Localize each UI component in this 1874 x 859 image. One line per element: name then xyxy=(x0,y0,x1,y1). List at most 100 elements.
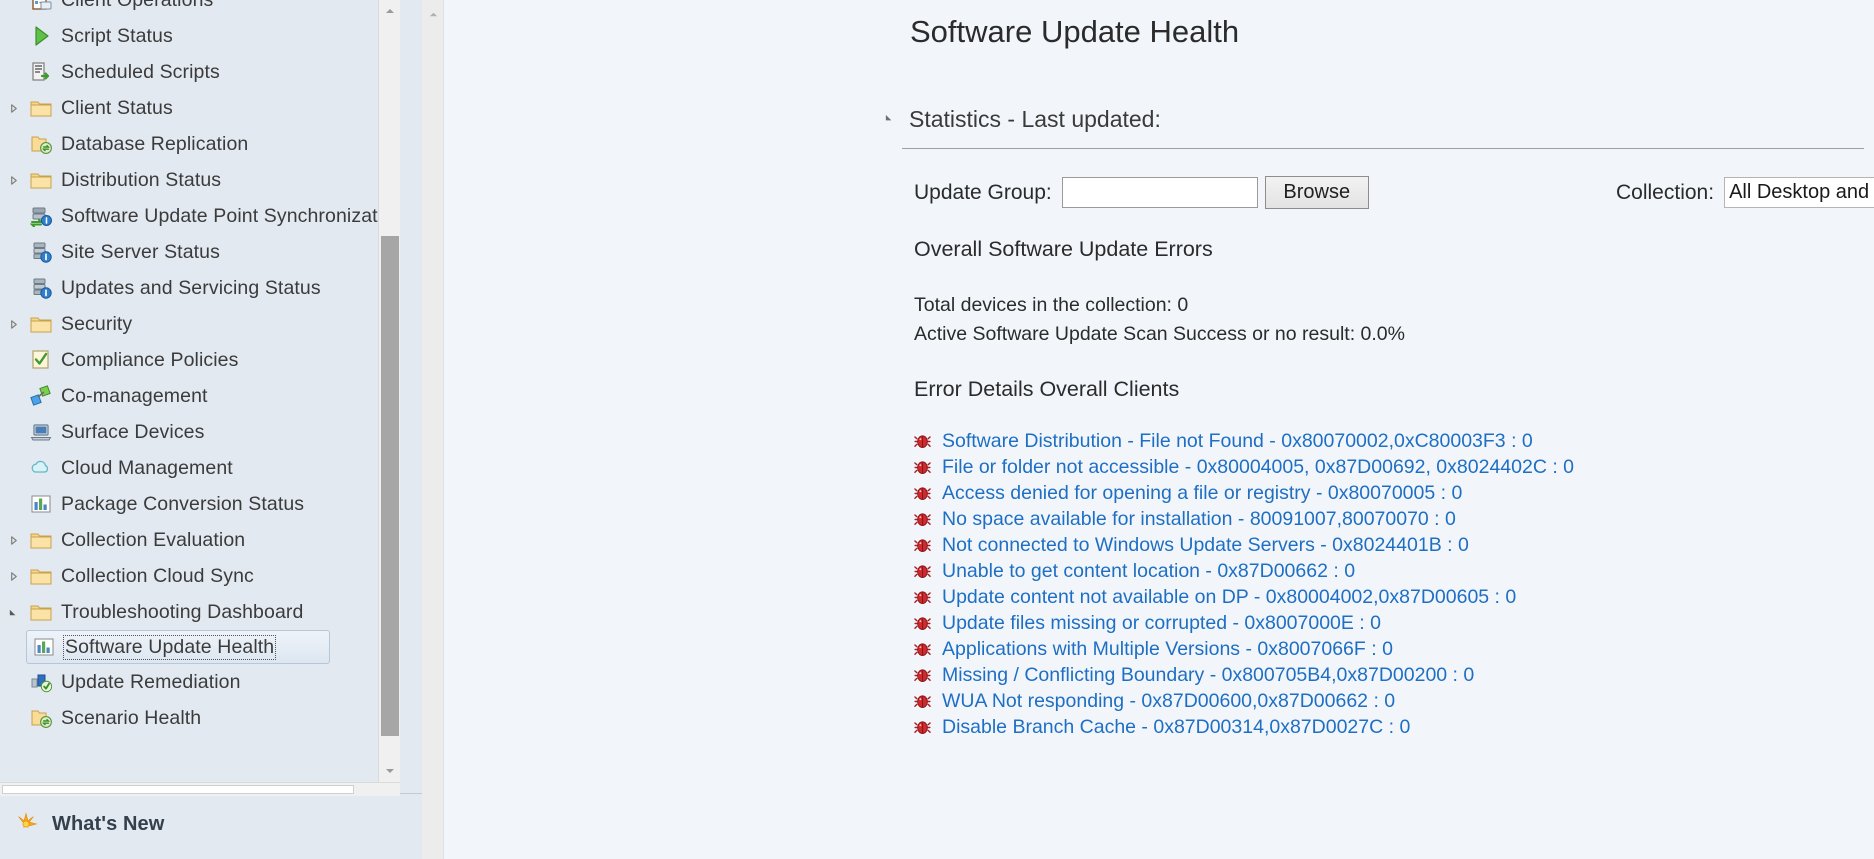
sidebar-item-database-replication[interactable]: Database Replication xyxy=(0,126,400,162)
sidebar-scroll-thumb[interactable] xyxy=(381,236,399,736)
error-link[interactable]: File or folder not accessible - 0x800040… xyxy=(942,456,1574,479)
bar-chart-icon xyxy=(30,493,52,515)
chevron-collapsed-icon[interactable] xyxy=(6,569,20,583)
navigation-tree[interactable]: Client Operations Script Status Scheduled … xyxy=(0,0,400,780)
sidebar-item-label: Updates and Servicing Status xyxy=(61,276,321,299)
sidebar-item-cloud-management[interactable]: Cloud Management xyxy=(0,450,400,486)
error-list-item[interactable]: Software Distribution - File not Found -… xyxy=(914,428,1574,454)
error-link[interactable]: Applications with Multiple Versions - 0x… xyxy=(942,638,1393,661)
sidebar-item-label: Package Conversion Status xyxy=(61,492,305,515)
error-list-item[interactable]: Applications with Multiple Versions - 0x… xyxy=(914,636,1574,662)
server-info-icon xyxy=(30,241,52,263)
sidebar-item-site-server-status[interactable]: Site Server Status xyxy=(0,234,400,270)
sidebar-item-surface-devices[interactable]: Surface Devices xyxy=(0,414,400,450)
error-list-item[interactable]: Access denied for opening a file or regi… xyxy=(914,480,1574,506)
sidebar-item-label: Co-management xyxy=(61,384,208,407)
error-bug-icon xyxy=(914,511,931,528)
folder-icon xyxy=(30,97,52,119)
sidebar-item-collection-evaluation[interactable]: Collection Evaluation xyxy=(0,522,400,558)
chevron-collapsed-icon[interactable] xyxy=(6,533,20,547)
error-list-item[interactable]: No space available for installation - 80… xyxy=(914,506,1574,532)
error-link[interactable]: Not connected to Windows Update Servers … xyxy=(942,534,1469,557)
sidebar-item-script-status[interactable]: Script Status xyxy=(0,18,400,54)
sidebar-item-label: Update Remediation xyxy=(61,670,241,693)
sidebar-item-software-update-health[interactable]: Software Update Health xyxy=(26,630,330,664)
overall-errors-heading: Overall Software Update Errors xyxy=(914,237,1213,261)
update-group-field-group: Update Group: Browse xyxy=(914,176,1369,209)
scroll-down-icon[interactable] xyxy=(379,760,401,782)
folder-icon xyxy=(30,313,52,335)
error-link[interactable]: Unable to get content location - 0x87D00… xyxy=(942,560,1355,583)
sidebar-hscroll-thumb[interactable] xyxy=(2,785,354,794)
folder-icon xyxy=(30,565,52,587)
sidebar-item-co-management[interactable]: Co-management xyxy=(0,378,400,414)
error-link[interactable]: WUA Not responding - 0x87D00600,0x87D006… xyxy=(942,690,1395,713)
sidebar-item-collection-cloud-sync[interactable]: Collection Cloud Sync xyxy=(0,558,400,594)
chevron-collapsed-icon[interactable] xyxy=(6,101,20,115)
sidebar-item-package-conversion-status[interactable]: Package Conversion Status xyxy=(0,486,400,522)
error-list-item[interactable]: Not connected to Windows Update Servers … xyxy=(914,532,1574,558)
chevron-collapsed-icon[interactable] xyxy=(6,317,20,331)
error-link[interactable]: No space available for installation - 80… xyxy=(942,508,1456,531)
error-link[interactable]: Update files missing or corrupted - 0x80… xyxy=(942,612,1381,635)
bottom-nav-item-whats-new[interactable]: What's New xyxy=(0,798,400,850)
main-content-area: Software Update Health Statistics - Last… xyxy=(444,0,1874,859)
sidebar-item-client-status[interactable]: Client Status xyxy=(0,90,400,126)
error-list-item[interactable]: Update content not available on DP - 0x8… xyxy=(914,584,1574,610)
collection-input[interactable] xyxy=(1724,177,1874,208)
play-green-icon xyxy=(30,25,52,47)
sidebar-horizontal-scrollbar[interactable] xyxy=(0,782,400,796)
navigation-sidebar: Client Operations Script Status Scheduled … xyxy=(0,0,422,859)
sidebar-item-updates-and-servicing-status[interactable]: Updates and Servicing Status xyxy=(0,270,400,306)
filter-form-row: Update Group: Browse Collection: Browse xyxy=(444,176,1874,216)
sidebar-item-scenario-health[interactable]: Scenario Health xyxy=(0,700,400,736)
sidebar-item-label: Distribution Status xyxy=(61,168,222,191)
update-group-label: Update Group: xyxy=(914,180,1052,204)
clipboard-tasks-icon xyxy=(30,0,52,11)
chevron-collapsed-icon[interactable] xyxy=(6,173,20,187)
error-bug-icon xyxy=(914,589,931,606)
chevron-expanded-icon[interactable] xyxy=(884,111,895,129)
error-link[interactable]: Disable Branch Cache - 0x87D00314,0x87D0… xyxy=(942,716,1410,739)
chevron-expanded-icon[interactable] xyxy=(6,605,20,619)
sidebar-vertical-scrollbar[interactable] xyxy=(378,0,400,782)
error-link[interactable]: Software Distribution - File not Found -… xyxy=(942,430,1533,453)
error-bug-icon xyxy=(914,615,931,632)
page-title: Software Update Health xyxy=(910,14,1240,49)
scroll-up-icon[interactable] xyxy=(422,4,444,24)
main-vertical-scrollbar[interactable] xyxy=(422,0,444,859)
update-group-browse-button[interactable]: Browse xyxy=(1264,176,1369,209)
sidebar-item-software-update-point-synchronization-sta[interactable]: Software Update Point Synchronization St… xyxy=(0,198,400,234)
statistics-section-header[interactable]: Statistics - Last updated: xyxy=(884,106,1161,133)
bar-chart-icon xyxy=(33,636,55,658)
error-link[interactable]: Missing / Conflicting Boundary - 0x80070… xyxy=(942,664,1474,687)
error-bug-icon xyxy=(914,537,931,554)
bottom-nav-label: What's New xyxy=(52,812,165,835)
scroll-up-icon[interactable] xyxy=(379,0,401,22)
error-bug-icon xyxy=(914,433,931,450)
error-list-item[interactable]: WUA Not responding - 0x87D00600,0x87D006… xyxy=(914,688,1574,714)
error-list-item[interactable]: Disable Branch Cache - 0x87D00314,0x87D0… xyxy=(914,714,1574,740)
sync-status-icon xyxy=(30,205,52,227)
sidebar-item-client-operations[interactable]: Client Operations xyxy=(0,0,400,18)
collection-label: Collection: xyxy=(1616,180,1715,204)
update-group-input[interactable] xyxy=(1061,177,1258,208)
sidebar-item-troubleshooting-dashboard[interactable]: Troubleshooting Dashboard xyxy=(0,594,400,630)
cloud-icon xyxy=(30,457,52,479)
sidebar-item-distribution-status[interactable]: Distribution Status xyxy=(0,162,400,198)
error-list-item[interactable]: Update files missing or corrupted - 0x80… xyxy=(914,610,1574,636)
error-list-item[interactable]: Missing / Conflicting Boundary - 0x80070… xyxy=(914,662,1574,688)
error-list-item[interactable]: Unable to get content location - 0x87D00… xyxy=(914,558,1574,584)
sidebar-item-security[interactable]: Security xyxy=(0,306,400,342)
stat-total-devices: Total devices in the collection: 0 xyxy=(914,294,1189,316)
error-details-list: Software Distribution - File not Found -… xyxy=(914,428,1574,740)
sidebar-item-label: Site Server Status xyxy=(61,240,220,263)
error-link[interactable]: Access denied for opening a file or regi… xyxy=(942,482,1462,505)
sidebar-item-compliance-policies[interactable]: Compliance Policies xyxy=(0,342,400,378)
error-link[interactable]: Update content not available on DP - 0x8… xyxy=(942,586,1516,609)
sidebar-item-update-remediation[interactable]: Update Remediation xyxy=(0,664,400,700)
sidebar-item-label: Troubleshooting Dashboard xyxy=(61,600,304,623)
error-list-item[interactable]: File or folder not accessible - 0x800040… xyxy=(914,454,1574,480)
sidebar-item-scheduled-scripts[interactable]: Scheduled Scripts xyxy=(0,54,400,90)
sidebar-item-label: Client Operations xyxy=(61,0,213,12)
